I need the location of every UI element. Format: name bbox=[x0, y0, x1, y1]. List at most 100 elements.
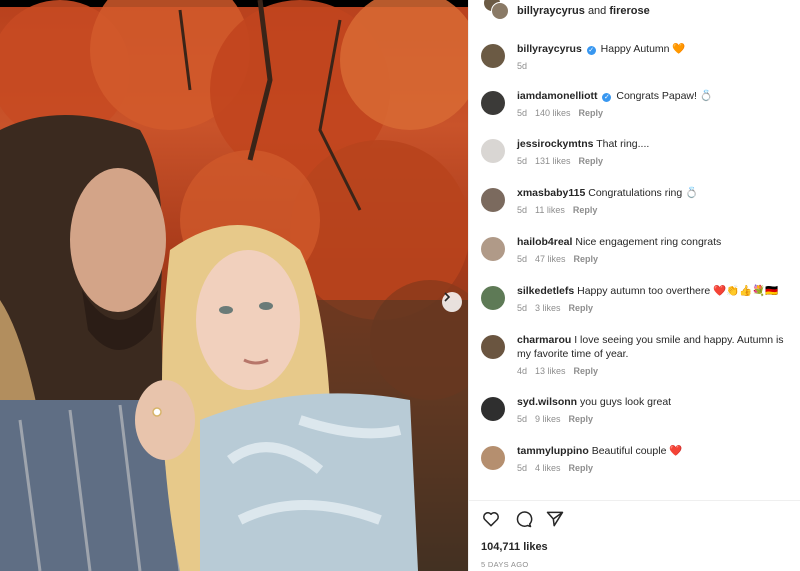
reply-button[interactable]: Reply bbox=[569, 303, 594, 313]
comment-username[interactable]: jessirockymtns bbox=[517, 138, 593, 150]
comment-text: Congrats Papaw! 💍 bbox=[616, 90, 713, 102]
heart-outline-icon[interactable] bbox=[481, 509, 501, 529]
list-item: hailob4real Nice engagement ring congrat… bbox=[481, 235, 799, 264]
comment-text: Congratulations ring 💍 bbox=[588, 187, 699, 199]
comment-likes[interactable]: 3 likes bbox=[535, 303, 561, 313]
paper-plane-icon[interactable] bbox=[545, 509, 565, 529]
comment-age: 5d bbox=[517, 414, 528, 424]
comment-text-line: charmarou I love seeing you smile and ha… bbox=[517, 333, 791, 361]
reply-button[interactable]: Reply bbox=[579, 156, 604, 166]
post-authors: billyraycyrus and firerose bbox=[517, 5, 650, 17]
comments-list[interactable]: billyraycyrus ✓ Happy Autumn 🧡 5d iamdam… bbox=[469, 36, 800, 496]
reply-button[interactable]: Reply bbox=[569, 414, 594, 424]
comment-age: 5d bbox=[517, 205, 528, 215]
reply-button[interactable]: Reply bbox=[579, 108, 604, 118]
avatar[interactable] bbox=[481, 446, 505, 470]
next-photo-button[interactable] bbox=[442, 292, 462, 312]
author-link[interactable]: billyraycyrus bbox=[517, 5, 585, 17]
reply-button[interactable]: Reply bbox=[574, 366, 599, 376]
avatar[interactable] bbox=[481, 188, 505, 212]
comment-text-line: xmasbaby115 Congratulations ring 💍 bbox=[517, 186, 791, 200]
comment-username[interactable]: charmarou bbox=[517, 334, 571, 346]
comment-text: Nice engagement ring congrats bbox=[575, 236, 722, 248]
post-timestamp: 5 DAYS AGO bbox=[481, 560, 529, 569]
reply-button[interactable]: Reply bbox=[573, 205, 598, 215]
comment-username[interactable]: billyraycyrus bbox=[517, 43, 582, 55]
comment-text: That ring.... bbox=[596, 138, 650, 150]
post-photo[interactable] bbox=[0, 0, 468, 571]
list-item: tammyluppino Beautiful couple ❤️ 5d 4 li… bbox=[481, 444, 799, 473]
caption-text: Happy Autumn 🧡 bbox=[600, 43, 686, 55]
comment-meta: 5d 140 likes Reply bbox=[517, 108, 791, 118]
post-details-panel: billyraycyrus and firerose billyraycyrus… bbox=[468, 0, 800, 571]
comment-age: 5d bbox=[517, 303, 528, 313]
comment-text-line: iamdamonelliott ✓ Congrats Papaw! 💍 bbox=[517, 89, 791, 103]
comment-likes[interactable]: 11 likes bbox=[535, 205, 565, 215]
list-item: iamdamonelliott ✓ Congrats Papaw! 💍 5d 1… bbox=[481, 89, 799, 118]
chevron-right-icon bbox=[444, 292, 451, 302]
comment-text: Happy autumn too overthere ❤️👏👍💐🇩🇪 bbox=[577, 285, 779, 297]
comment-likes[interactable]: 4 likes bbox=[535, 463, 561, 473]
avatar[interactable] bbox=[491, 2, 509, 20]
reply-button[interactable]: Reply bbox=[574, 254, 599, 264]
avatar[interactable] bbox=[481, 286, 505, 310]
authors-conjunction: and bbox=[587, 5, 607, 17]
comment-username[interactable]: xmasbaby115 bbox=[517, 187, 585, 199]
comment-meta: 5d bbox=[517, 61, 791, 71]
comment-text-line: silkedetlefs Happy autumn too overthere … bbox=[517, 284, 791, 298]
comment-age: 4d bbox=[517, 366, 528, 376]
caption: billyraycyrus ✓ Happy Autumn 🧡 5d bbox=[481, 42, 799, 71]
comment-likes[interactable]: 131 likes bbox=[535, 156, 571, 166]
avatar[interactable] bbox=[481, 397, 505, 421]
avatar[interactable] bbox=[481, 237, 505, 261]
comment-age: 5d bbox=[517, 156, 528, 166]
avatar[interactable] bbox=[481, 44, 505, 68]
reply-button[interactable]: Reply bbox=[569, 463, 594, 473]
comment-username[interactable]: syd.wilsonn bbox=[517, 396, 577, 408]
post-header: billyraycyrus and firerose bbox=[469, 0, 800, 22]
collab-avatars[interactable] bbox=[483, 0, 511, 22]
comment-likes[interactable]: 47 likes bbox=[535, 254, 566, 264]
comment-username[interactable]: hailob4real bbox=[517, 236, 572, 248]
comment-likes[interactable]: 9 likes bbox=[535, 414, 561, 424]
list-item: silkedetlefs Happy autumn too overthere … bbox=[481, 284, 799, 313]
comment-meta: 5d 9 likes Reply bbox=[517, 414, 791, 424]
comment-text-line: tammyluppino Beautiful couple ❤️ bbox=[517, 444, 791, 458]
comment-meta: 5d 3 likes Reply bbox=[517, 303, 791, 313]
list-item: jessirockymtns That ring.... 5d 131 like… bbox=[481, 137, 799, 166]
avatar[interactable] bbox=[481, 335, 505, 359]
comment-username[interactable]: iamdamonelliott bbox=[517, 90, 598, 102]
comment-text-line: syd.wilsonn you guys look great bbox=[517, 395, 791, 409]
comment-text-line: jessirockymtns That ring.... bbox=[517, 137, 791, 151]
comment-username[interactable]: silkedetlefs bbox=[517, 285, 574, 297]
verified-badge-icon: ✓ bbox=[602, 93, 612, 102]
comment-likes[interactable]: 13 likes bbox=[535, 366, 566, 376]
caption-text-line: billyraycyrus ✓ Happy Autumn 🧡 bbox=[517, 42, 791, 56]
comment-meta: 5d 47 likes Reply bbox=[517, 254, 791, 264]
comment-meta: 5d 11 likes Reply bbox=[517, 205, 791, 215]
list-item: xmasbaby115 Congratulations ring 💍 5d 11… bbox=[481, 186, 799, 215]
comment-age: 5d bbox=[517, 108, 528, 118]
comment-age: 5d bbox=[517, 254, 528, 264]
comment-bubble-icon[interactable] bbox=[513, 509, 533, 529]
like-count[interactable]: 104,711 likes bbox=[481, 541, 548, 553]
comment-likes[interactable]: 140 likes bbox=[535, 108, 571, 118]
verified-badge-icon: ✓ bbox=[586, 46, 596, 55]
comment-age: 5d bbox=[517, 463, 528, 473]
comment-age: 5d bbox=[517, 61, 528, 71]
comment-text-line: hailob4real Nice engagement ring congrat… bbox=[517, 235, 791, 249]
comment-meta: 4d 13 likes Reply bbox=[517, 366, 791, 376]
instagram-post: billyraycyrus and firerose billyraycyrus… bbox=[0, 0, 800, 571]
comment-meta: 5d 4 likes Reply bbox=[517, 463, 791, 473]
avatar[interactable] bbox=[481, 91, 505, 115]
list-item: syd.wilsonn you guys look great 5d 9 lik… bbox=[481, 395, 799, 424]
photo-illustration bbox=[0, 0, 468, 571]
avatar[interactable] bbox=[481, 139, 505, 163]
list-item: charmarou I love seeing you smile and ha… bbox=[481, 333, 799, 376]
author-link[interactable]: firerose bbox=[609, 5, 649, 17]
comment-text: Beautiful couple ❤️ bbox=[591, 445, 683, 457]
comment-meta: 5d 131 likes Reply bbox=[517, 156, 791, 166]
comment-text: you guys look great bbox=[580, 396, 672, 408]
action-icons bbox=[481, 509, 565, 529]
comment-username[interactable]: tammyluppino bbox=[517, 445, 589, 457]
